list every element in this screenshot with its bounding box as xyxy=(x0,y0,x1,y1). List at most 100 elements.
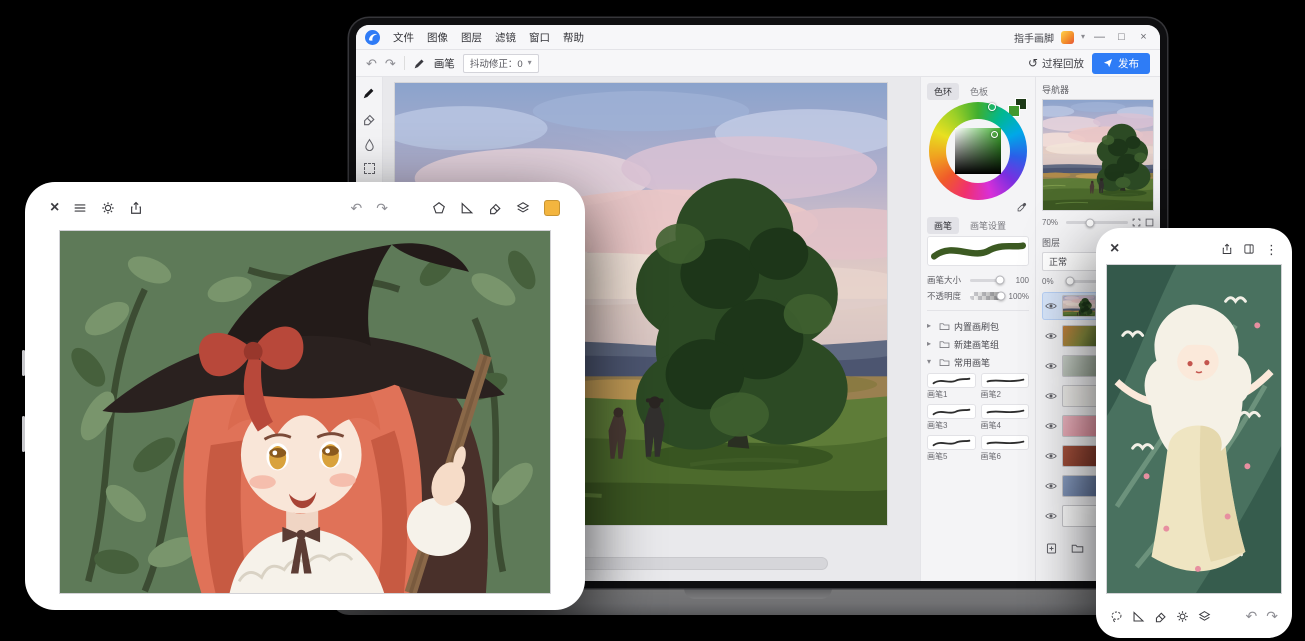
stabilizer-dropdown[interactable]: 抖动修正：0 ▾ xyxy=(463,54,539,73)
close-button[interactable]: × xyxy=(1136,32,1151,43)
brush-item[interactable]: 画笔2 xyxy=(981,373,1030,400)
account-avatar[interactable] xyxy=(1061,31,1074,44)
close-icon[interactable]: × xyxy=(1110,241,1119,257)
tablet-canvas[interactable] xyxy=(59,230,551,594)
brush-item[interactable]: 画笔4 xyxy=(981,404,1030,431)
settings-gear-icon[interactable] xyxy=(101,201,115,215)
layer-thumbnail[interactable] xyxy=(1062,385,1100,407)
saturation-square[interactable] xyxy=(955,128,1001,174)
add-layer-icon[interactable] xyxy=(1045,542,1058,555)
layer-thumbnail[interactable] xyxy=(1062,505,1100,527)
replay-button[interactable]: ↺ 过程回放 xyxy=(1028,56,1084,71)
close-icon[interactable]: × xyxy=(50,200,59,216)
brush-group-common[interactable]: ▾ 常用画笔 xyxy=(927,353,1029,371)
brush-item[interactable]: 画笔1 xyxy=(927,373,976,400)
brush-group-new[interactable]: ▸ 新建画笔组 xyxy=(927,335,1029,353)
toolbar-divider xyxy=(404,56,405,70)
brush-item[interactable]: 画笔5 xyxy=(927,435,976,462)
redo-button[interactable]: ↷ xyxy=(376,201,388,215)
ruler-icon[interactable] xyxy=(460,201,474,215)
publish-button[interactable]: 发布 xyxy=(1092,53,1150,74)
zoom-actual-icon[interactable] xyxy=(1145,218,1154,227)
settings-gear-icon[interactable] xyxy=(1176,610,1189,623)
undo-button[interactable]: ↶ xyxy=(366,57,377,70)
account-name[interactable]: 指手画脚 xyxy=(1014,30,1054,45)
add-folder-icon[interactable] xyxy=(1071,542,1084,555)
undo-button[interactable]: ↶ xyxy=(351,201,363,215)
eye-icon[interactable] xyxy=(1045,302,1057,310)
zoom-fit-icon[interactable] xyxy=(1132,218,1141,227)
layer-thumbnail[interactable] xyxy=(1062,445,1100,467)
eraser-icon[interactable] xyxy=(1154,610,1167,623)
brush-tool-label[interactable]: 画笔 xyxy=(434,56,455,71)
color-wheel[interactable] xyxy=(929,102,1027,200)
minimize-button[interactable]: — xyxy=(1092,32,1107,43)
menu-icon[interactable] xyxy=(73,201,87,215)
tab-brush[interactable]: 画笔 xyxy=(927,217,959,234)
eraser-tool-button[interactable] xyxy=(362,112,376,126)
eye-icon[interactable] xyxy=(1045,392,1057,400)
saturation-indicator[interactable] xyxy=(991,131,998,138)
brush-size-slider[interactable] xyxy=(970,279,1002,282)
chevron-down-icon: ▾ xyxy=(528,59,532,67)
layers-icon[interactable] xyxy=(1198,610,1211,623)
current-color-swatch[interactable] xyxy=(544,200,560,216)
brush-item-label: 画笔3 xyxy=(927,420,976,431)
layer-thumbnail[interactable] xyxy=(1062,415,1100,437)
tab-brush-settings[interactable]: 画笔设置 xyxy=(963,217,1013,234)
eye-icon[interactable] xyxy=(1045,452,1057,460)
menu-item-help[interactable]: 帮助 xyxy=(563,30,584,45)
menu-item-file[interactable]: 文件 xyxy=(393,30,414,45)
shape-tool-icon[interactable] xyxy=(432,201,446,215)
menu-item-layer[interactable]: 图层 xyxy=(461,30,482,45)
phone-canvas[interactable] xyxy=(1106,264,1282,594)
hue-indicator[interactable] xyxy=(988,103,996,111)
layer-thumbnail[interactable] xyxy=(1062,355,1100,377)
redo-button[interactable]: ↷ xyxy=(1266,609,1278,623)
menu-item-image[interactable]: 图像 xyxy=(427,30,448,45)
navigator-thumbnail[interactable] xyxy=(1042,99,1154,211)
brush-item[interactable]: 画笔3 xyxy=(927,404,976,431)
select-tool-button[interactable] xyxy=(364,163,375,174)
menu-item-filter[interactable]: 滤镜 xyxy=(495,30,516,45)
layers-icon[interactable] xyxy=(516,201,530,215)
scene: 文件 图像 图层 滤镜 窗口 帮助 指手画脚 ▾ — □ × ↶ ↷ xyxy=(0,0,1305,641)
lasso-tool-icon[interactable] xyxy=(1110,610,1123,623)
tab-color-swatches[interactable]: 色板 xyxy=(963,83,995,100)
more-icon[interactable]: ⋮ xyxy=(1265,243,1278,256)
undo-button[interactable]: ↶ xyxy=(1246,609,1258,623)
smudge-tool-button[interactable] xyxy=(363,138,376,151)
eye-icon[interactable] xyxy=(1045,512,1057,520)
eye-icon[interactable] xyxy=(1045,332,1057,340)
brush-item-label: 画笔6 xyxy=(981,451,1030,462)
eye-icon[interactable] xyxy=(1045,422,1057,430)
chevron-down-icon[interactable]: ▾ xyxy=(1081,33,1085,41)
eyedropper-icon[interactable] xyxy=(1016,202,1027,213)
export-icon[interactable] xyxy=(129,201,143,215)
layer-thumbnail[interactable] xyxy=(1062,295,1096,317)
eraser-icon[interactable] xyxy=(488,201,502,215)
redo-button[interactable]: ↷ xyxy=(385,57,396,70)
publish-label: 发布 xyxy=(1118,56,1139,71)
folder-icon xyxy=(939,321,950,332)
slider-knob[interactable] xyxy=(1065,277,1074,286)
layer-thumbnail[interactable] xyxy=(1062,325,1100,347)
menu-item-window[interactable]: 窗口 xyxy=(529,30,550,45)
brush-grid: 画笔1 画笔2 画笔3 画笔4 画笔5 画笔6 xyxy=(927,373,1029,462)
slider-knob[interactable] xyxy=(997,292,1006,301)
eye-icon[interactable] xyxy=(1045,362,1057,370)
slider-knob[interactable] xyxy=(995,276,1004,285)
brush-group-builtin[interactable]: ▸ 内置画刷包 xyxy=(927,317,1029,335)
maximize-button[interactable]: □ xyxy=(1114,32,1129,43)
opacity-slider[interactable] xyxy=(970,292,1002,300)
ruler-icon[interactable] xyxy=(1132,610,1145,623)
eye-icon[interactable] xyxy=(1045,482,1057,490)
zoom-slider[interactable] xyxy=(1066,221,1128,224)
tab-color-wheel[interactable]: 色环 xyxy=(927,83,959,100)
export-icon[interactable] xyxy=(1221,243,1233,255)
layer-thumbnail[interactable] xyxy=(1062,475,1100,497)
brush-tool-button[interactable] xyxy=(362,86,376,100)
panels-icon[interactable] xyxy=(1243,243,1255,255)
slider-knob[interactable] xyxy=(1085,218,1094,227)
brush-item[interactable]: 画笔6 xyxy=(981,435,1030,462)
